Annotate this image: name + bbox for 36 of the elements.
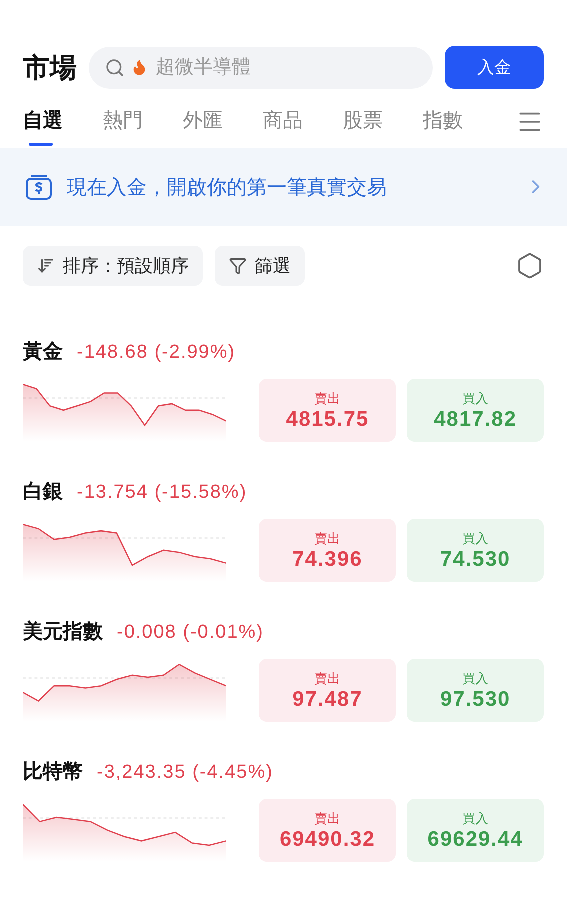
buy-button[interactable]: 買入 4817.82 [407, 379, 544, 442]
buy-button[interactable]: 買入 74.530 [407, 519, 544, 582]
tab[interactable]: 股票 [343, 107, 383, 148]
buy-button[interactable]: 買入 97.530 [407, 659, 544, 722]
price-change: -0.008 (-0.01%) [117, 622, 264, 644]
dollar-card-icon [25, 173, 53, 201]
sort-button[interactable]: 排序：預設順序 [23, 246, 203, 286]
search-input[interactable]: 超微半導體 [154, 56, 378, 80]
deposit-banner[interactable]: 現在入金，開啟你的第一筆真實交易 [0, 148, 567, 226]
deposit-button[interactable]: 入金 [445, 46, 544, 89]
search-icon [105, 58, 125, 78]
instrument-name: 黃金 [23, 340, 63, 365]
sell-button[interactable]: 賣出 97.487 [259, 659, 396, 722]
sell-button[interactable]: 賣出 74.396 [259, 519, 396, 582]
filter-icon [229, 257, 247, 275]
tab[interactable]: 自選 [23, 107, 63, 148]
tab[interactable]: 商品 [263, 107, 303, 148]
settings-icon[interactable] [516, 252, 544, 280]
price-change: -13.754 (-15.58%) [77, 482, 248, 504]
filter-button[interactable]: 篩選 [215, 246, 305, 286]
tab[interactable]: 指數 [423, 107, 463, 148]
search-bar[interactable]: 超微半導體 [89, 46, 433, 88]
page-title: 市場 [23, 52, 77, 84]
sell-button[interactable]: 賣出 4815.75 [259, 379, 396, 442]
sell-button[interactable]: 賣出 69490.32 [259, 799, 396, 862]
price-change: -3,243.35 (-4.45%) [97, 762, 274, 784]
sort-icon [37, 257, 55, 275]
tab[interactable]: 外匯 [183, 107, 223, 148]
instrument-name: 白銀 [23, 480, 63, 505]
buy-button[interactable]: 買入 69629.44 [407, 799, 544, 862]
banner-text: 現在入金，開啟你的第一筆真實交易 [67, 176, 388, 200]
flame-icon [131, 59, 148, 76]
instrument-name: 比特幣 [23, 760, 83, 785]
price-change: -148.68 (-2.99%) [77, 342, 236, 364]
instrument-name: 美元指數 [23, 620, 103, 645]
tab[interactable]: 熱門 [103, 107, 143, 148]
